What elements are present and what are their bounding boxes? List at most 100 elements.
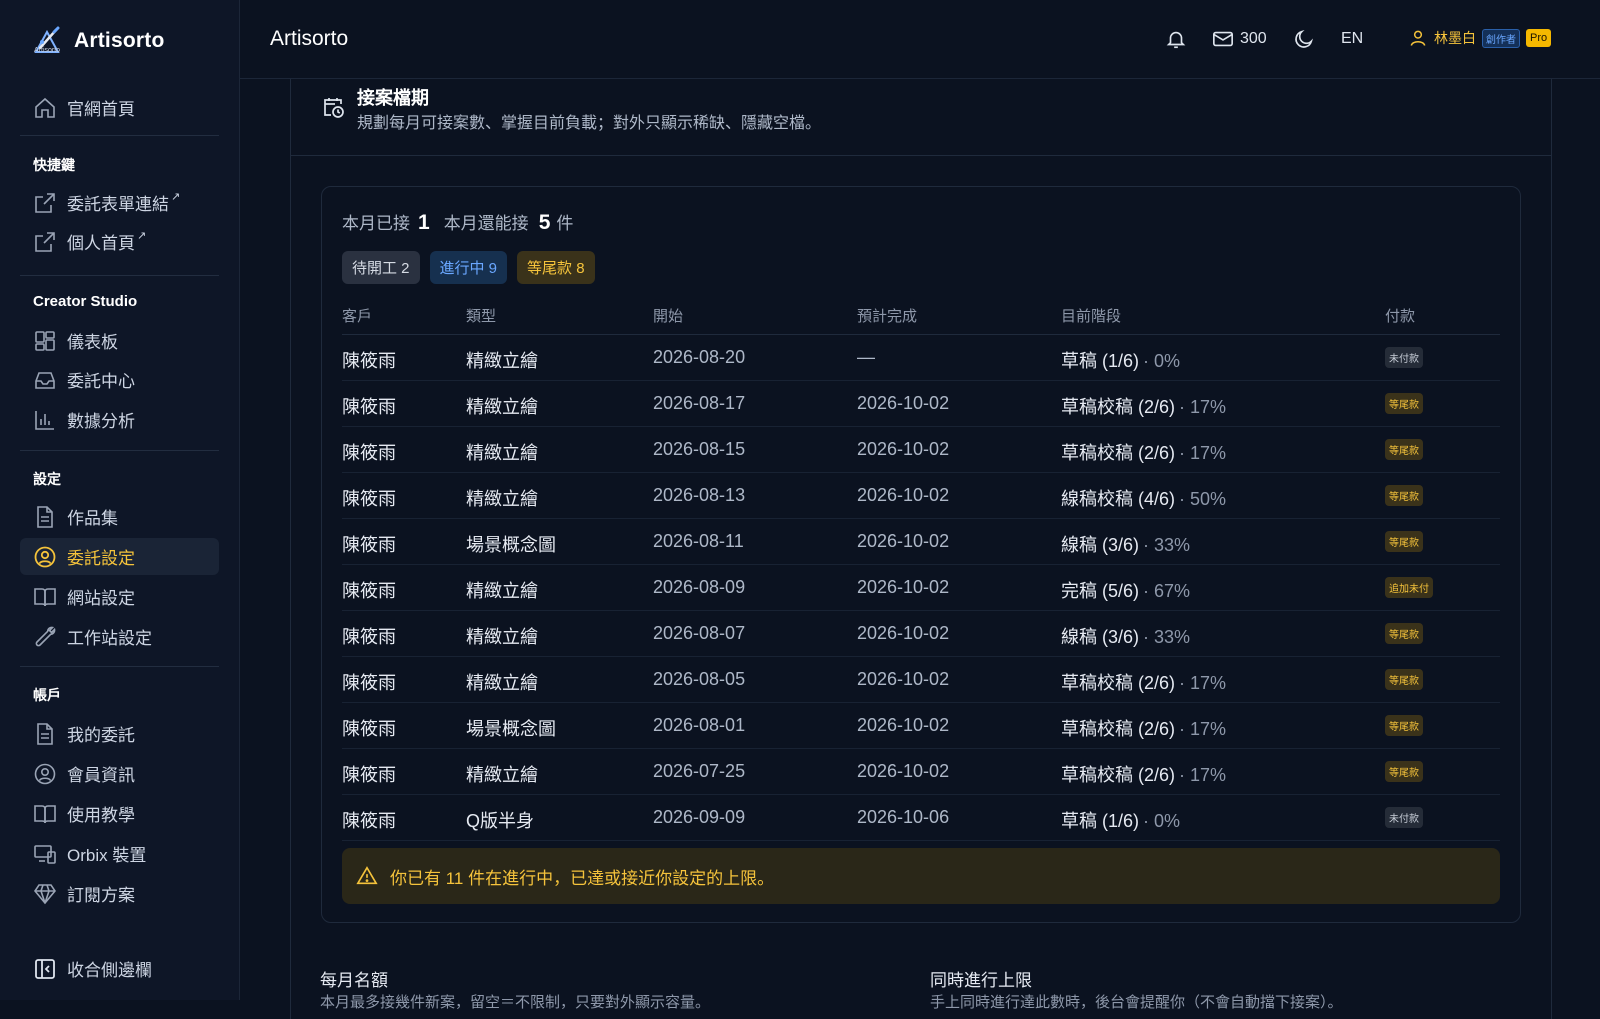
collapse-sidebar-button[interactable]: 收合側邊欄 [20,950,219,987]
section-title-studio: Creator Studio [33,293,138,310]
cell-client: 陳筱雨 [342,673,396,693]
sidebar-item-member-info[interactable]: 會員資訊 [20,755,219,792]
table-row[interactable]: 陳筱雨 精緻立繪 2026-07-25 2026-10-02 草稿校稿 (2/6) · 1… [342,749,1500,795]
mail-button[interactable] [1212,28,1234,50]
sidebar-item-label: 委託設定 [67,549,135,568]
book-icon [34,587,56,606]
cell-start: 2026-08-11 [653,531,744,551]
table-row[interactable]: 陳筱雨 場景概念圖 2026-08-11 2026-10-02 線稿 (3/6) · 33… [342,519,1500,565]
sidebar-item-website-settings[interactable]: 網站設定 [20,578,219,615]
chip-in-progress[interactable]: 進行中 9 [429,251,508,284]
sidebar-item-label: 我的委託 [67,726,135,745]
monthly-stats: 本月已接 1 本月還能接 5 件 [342,209,573,235]
sidebar-item-label: 使用教學 [67,806,135,825]
sidebar-item-personal-homepage[interactable]: 個人首頁 ↗ [20,223,219,260]
header-due: 預計完成 [857,308,918,325]
section-title-account: 帳戶 [33,687,61,703]
external-mark: ↗ [137,230,147,242]
stage-percent: · 17% [1179,673,1227,693]
theme-toggle-button[interactable] [1293,28,1315,50]
divider [20,135,219,136]
notifications-button[interactable] [1165,28,1187,50]
cell-due: 2026-10-02 [857,577,950,597]
cell-type: 場景概念圖 [466,719,556,739]
warning-icon [356,866,378,885]
mail-count[interactable]: 300 [1240,30,1267,48]
payment-badge: 等尾款 [1385,761,1423,782]
sidebar-item-label: Orbix 裝置 [67,846,147,865]
language-toggle[interactable]: EN [1341,30,1363,48]
topbar: Artisorto 300 EN 林墨白 創作者 Pro [240,0,1600,79]
sidebar-item-subscription[interactable]: 訂閱方案 [20,875,219,912]
table-row[interactable]: 陳筱雨 場景概念圖 2026-08-01 2026-10-02 草稿校稿 (2/6) · … [342,703,1500,749]
cell-type: 精緻立繪 [466,673,538,693]
cell-client: 陳筱雨 [342,581,396,601]
sidebar-item-my-commissions[interactable]: 我的委託 [20,715,219,752]
stage-label: 完稿 (5/6) [1061,581,1140,601]
stage-label: 草稿校稿 (2/6) [1061,443,1176,463]
cell-stage: 草稿校稿 (2/6) · 17% [1061,393,1226,419]
sidebar-item-workstation-settings[interactable]: 工作站設定 [20,618,219,655]
accepted-value: 1 [418,211,430,234]
stage-label: 草稿校稿 (2/6) [1061,765,1176,785]
table-row[interactable]: 陳筱雨 精緻立繪 2026-08-13 2026-10-02 線稿校稿 (4/6) · 5… [342,473,1500,519]
collapse-sidebar-icon [35,958,55,979]
stage-percent: · 17% [1179,397,1227,417]
sidebar-item-analytics[interactable]: 數據分析 [20,401,219,438]
table-row[interactable]: 陳筱雨 精緻立繪 2026-08-17 2026-10-02 草稿校稿 (2/6) · 1… [342,381,1500,427]
user-menu[interactable]: 林墨白 創作者 Pro [1408,28,1552,48]
sidebar-item-commission-form-link[interactable]: 委託表單連結 ↗ [20,184,219,221]
capacity-card: 本月已接 1 本月還能接 5 件 待開工 2 進行中 9 等尾款 8 客戶 類型… [321,186,1521,923]
sidebar-item-label: 訂閱方案 [67,886,135,905]
cell-stage: 草稿校稿 (2/6) · 17% [1061,715,1226,741]
sidebar-item-commission-settings[interactable]: 委託設定 [20,538,219,575]
chip-awaiting-final[interactable]: 等尾款 8 [517,251,595,284]
header-stage: 目前階段 [1061,308,1122,325]
sidebar-item-commission-center[interactable]: 委託中心 [20,361,219,398]
panel-title: 接案檔期 [357,88,429,108]
section-title-settings: 設定 [33,471,61,487]
cell-due: 2026-10-02 [857,669,950,689]
monthly-quota-desc: 本月最多接幾件新案，留空＝不限制，只要對外顯示容量。 [320,994,711,1011]
sidebar-item-portfolio[interactable]: 作品集 [20,498,219,535]
stage-label: 線稿 (3/6) [1061,627,1140,647]
cell-type: 精緻立繪 [466,765,538,785]
cell-stage: 草稿校稿 (2/6) · 17% [1061,669,1226,695]
cell-stage: 草稿校稿 (2/6) · 17% [1061,439,1226,465]
cell-start: 2026-08-20 [653,347,746,367]
stage-label: 草稿 (1/6) [1061,351,1140,371]
table-row[interactable]: 陳筱雨 精緻立繪 2026-08-20 — 草稿 (1/6) · 0% 未付款 [342,335,1500,381]
payment-badge: 等尾款 [1385,715,1423,736]
table-row[interactable]: 陳筱雨 精緻立繪 2026-08-07 2026-10-02 線稿 (3/6) · 33%… [342,611,1500,657]
cell-client: 陳筱雨 [342,443,396,463]
pro-badge: Pro [1526,29,1552,47]
payment-badge: 等尾款 [1385,485,1423,506]
stage-percent: · 50% [1179,489,1227,509]
sidebar: Artisorto Artisorto 官網首頁 快捷鍵 委託表單連結 ↗ 個人… [0,0,240,1000]
cell-type: 精緻立繪 [466,489,538,509]
document-icon [37,505,53,528]
cell-due: 2026-10-06 [857,807,950,827]
sidebar-item-label: 個人首頁 [67,234,135,253]
divider [20,666,219,667]
table-row[interactable]: 陳筱雨 精緻立繪 2026-08-09 2026-10-02 完稿 (5/6) · 67%… [342,565,1500,611]
cell-start: 2026-08-05 [653,669,746,689]
table-row[interactable]: 陳筱雨 精緻立繪 2026-08-15 2026-10-02 草稿校稿 (2/6) · 1… [342,427,1500,473]
diamond-icon [34,883,56,904]
cell-due: 2026-10-02 [857,715,950,735]
sidebar-item-tutorial[interactable]: 使用教學 [20,795,219,832]
sidebar-item-label: 委託中心 [67,372,135,391]
chip-pending[interactable]: 待開工 2 [342,251,420,284]
accepted-label: 本月已接 [342,214,410,233]
section-title-shortcuts: 快捷鍵 [33,157,75,173]
cell-stage: 草稿校稿 (2/6) · 17% [1061,761,1226,787]
inbox-icon [35,371,55,389]
sidebar-item-dashboard[interactable]: 儀表板 [20,322,219,359]
table-row[interactable]: 陳筱雨 精緻立繪 2026-08-05 2026-10-02 草稿校稿 (2/6) · 1… [342,657,1500,703]
mail-icon [1213,31,1233,47]
external-mark: ↗ [171,191,181,203]
cell-client: 陳筱雨 [342,489,396,509]
sidebar-item-home[interactable]: 官網首頁 [20,89,219,126]
sidebar-item-orbix-devices[interactable]: Orbix 裝置 [20,835,219,872]
table-row[interactable]: 陳筱雨 Q版半身 2026-09-09 2026-10-06 草稿 (1/6) · 0% 未… [342,795,1500,841]
